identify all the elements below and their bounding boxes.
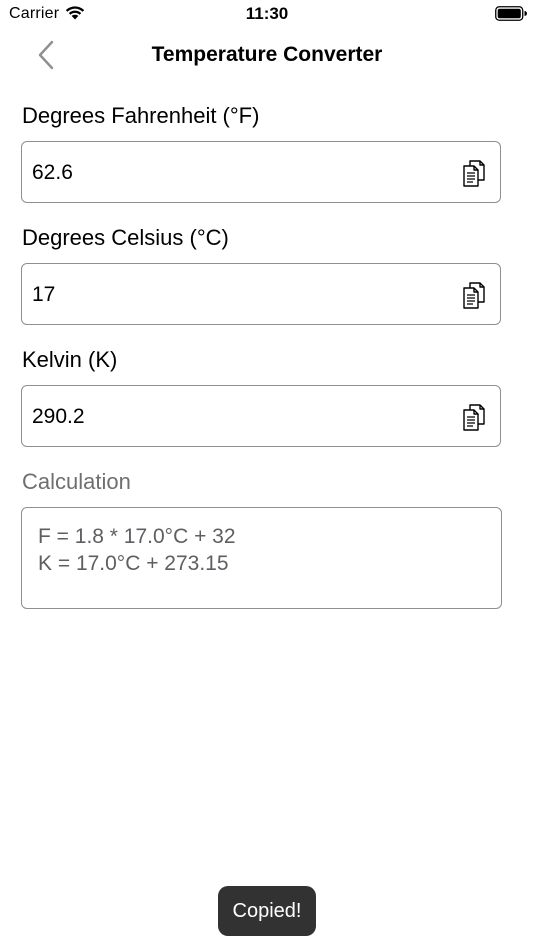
- copy-icon: [463, 160, 485, 187]
- nav-bar: Temperature Converter: [0, 30, 534, 80]
- fahrenheit-copy-button[interactable]: [460, 158, 490, 188]
- app-screen: Carrier 11:30 Temperature Converter Degr…: [0, 0, 534, 950]
- celsius-label: Degrees Celsius (°C): [22, 225, 229, 250]
- celsius-copy-button[interactable]: [460, 280, 490, 310]
- kelvin-copy-button[interactable]: [460, 402, 490, 432]
- copy-icon: [463, 404, 485, 431]
- fahrenheit-value[interactable]: 62.6: [32, 161, 73, 185]
- calculation-line-kelvin: K = 17.0°C + 273.15: [38, 552, 229, 575]
- battery-icon: [495, 6, 527, 21]
- page-title: Temperature Converter: [151, 43, 383, 66]
- kelvin-field[interactable]: 290.2: [21, 385, 501, 447]
- fahrenheit-field[interactable]: 62.6: [21, 141, 501, 203]
- celsius-value[interactable]: 17: [32, 283, 55, 307]
- fahrenheit-label: Degrees Fahrenheit (°F): [22, 103, 260, 128]
- calculation-box: F = 1.8 * 17.0°C + 32 K = 17.0°C + 273.1…: [21, 507, 502, 609]
- copy-icon: [463, 282, 485, 309]
- celsius-field[interactable]: 17: [21, 263, 501, 325]
- kelvin-label: Kelvin (K): [22, 347, 118, 372]
- calculation-label: Calculation: [22, 469, 131, 494]
- calculation-line-fahrenheit: F = 1.8 * 17.0°C + 32: [38, 525, 236, 548]
- status-bar: Carrier 11:30: [0, 0, 534, 30]
- clock: 11:30: [245, 4, 289, 23]
- kelvin-value[interactable]: 290.2: [32, 405, 85, 429]
- copied-toast: Copied!: [218, 886, 316, 936]
